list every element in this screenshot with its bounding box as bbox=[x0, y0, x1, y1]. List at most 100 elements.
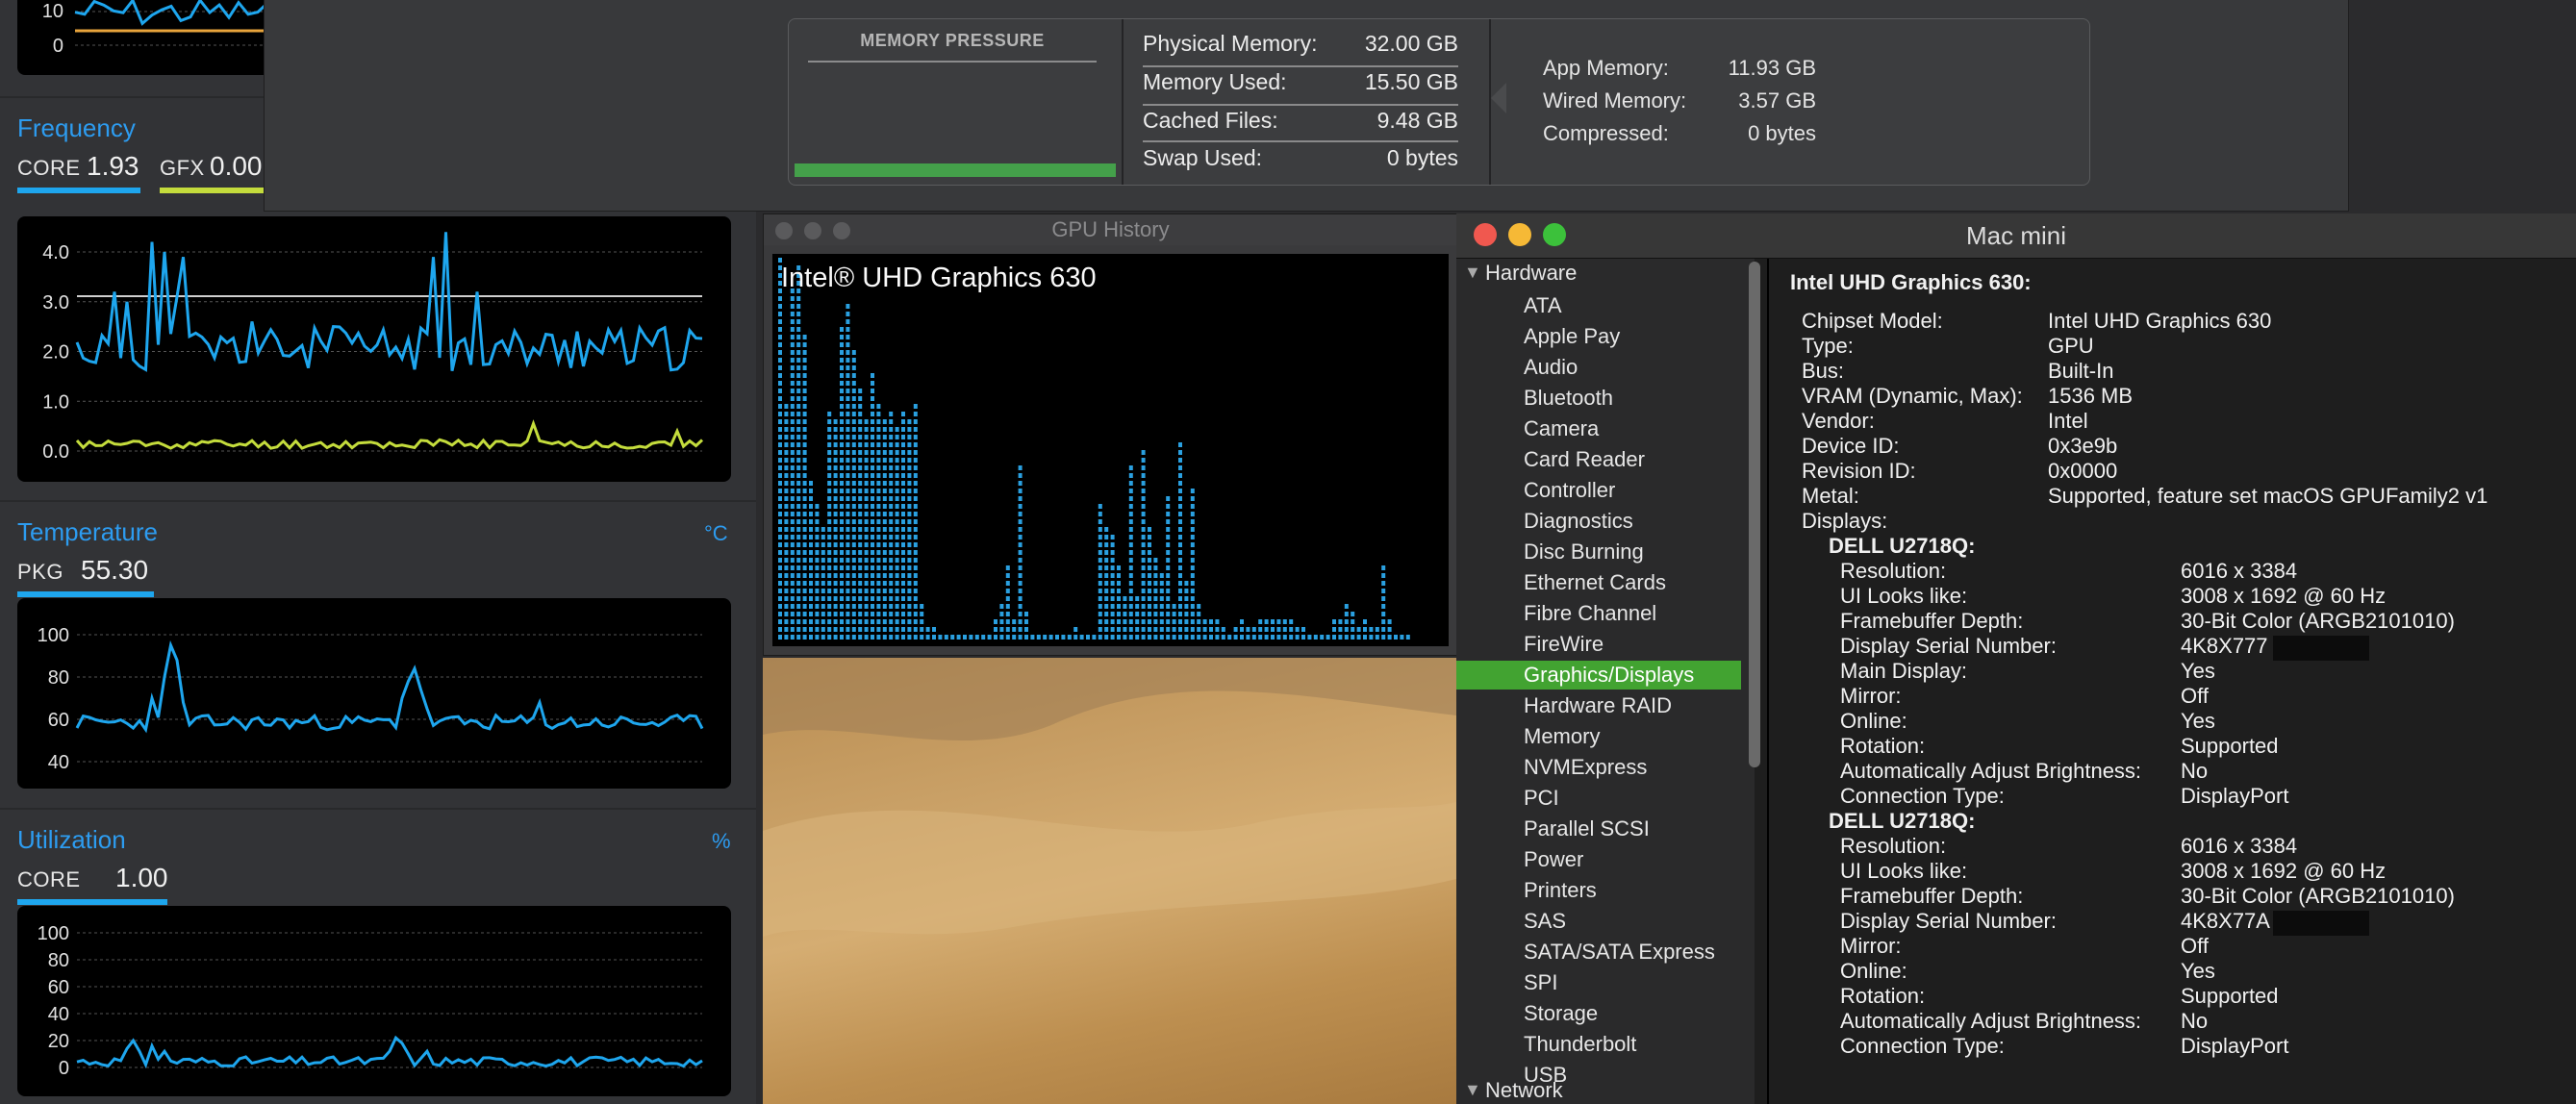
property-value: 6016 x 3384 bbox=[2181, 834, 2298, 858]
gpu-history-window: GPU History Intel® UHD Graphics 630 bbox=[763, 213, 1458, 656]
memory-detail: App Memory: 11.93 GB Wired Memory: 3.57 GB… bbox=[1508, 19, 2085, 185]
frequency-chart: 4.0 3.0 2.0 1.0 0.0 bbox=[17, 216, 731, 482]
gpu-history-bar bbox=[1092, 635, 1097, 640]
sidebar-item-camera[interactable]: Camera bbox=[1456, 414, 1741, 443]
sidebar-item-graphics-displays[interactable]: Graphics/Displays bbox=[1456, 661, 1741, 690]
sidebar-item-parallel-scsi[interactable]: Parallel SCSI bbox=[1456, 815, 1741, 843]
gpu-history-bar bbox=[790, 289, 795, 640]
sidebar-item-label: Hardware RAID bbox=[1524, 693, 1673, 717]
property-key: DELL U2718Q: bbox=[1829, 534, 1976, 558]
disclosure-triangle-icon[interactable]: ▼ bbox=[1464, 1080, 1481, 1100]
sidebar-item-spi[interactable]: SPI bbox=[1456, 968, 1741, 997]
gpu-history-bar bbox=[1030, 635, 1035, 640]
gpu-history-bar bbox=[1141, 450, 1146, 640]
property-value: 3008 x 1692 @ 60 Hz bbox=[2181, 584, 2387, 608]
property-key: Connection Type: bbox=[1840, 1034, 2005, 1058]
property-key: Metal: bbox=[1802, 484, 1859, 508]
y-tick-label: 80 bbox=[48, 950, 69, 971]
sidebar-item-printers[interactable]: Printers bbox=[1456, 876, 1741, 905]
gfx-series bbox=[75, 419, 704, 451]
sidebar-item-fibre-channel[interactable]: Fibre Channel bbox=[1456, 599, 1741, 628]
sidebar-item-memory[interactable]: Memory bbox=[1456, 722, 1741, 751]
sidebar-item-power[interactable]: Power bbox=[1456, 845, 1741, 874]
gpu-history-bar bbox=[1166, 496, 1171, 640]
gpu-history-bar bbox=[1153, 558, 1158, 640]
core-util-label: CORE bbox=[17, 867, 81, 891]
gpu-history-bar bbox=[1104, 527, 1109, 640]
gpu-history-bar bbox=[778, 258, 782, 640]
gpu-history-bar bbox=[1067, 635, 1072, 640]
system-information-titlebar[interactable]: Mac mini bbox=[1456, 213, 2576, 259]
compressed-row: Compressed: 0 bytes bbox=[1543, 121, 1816, 145]
sidebar-group-network[interactable]: Network bbox=[1485, 1078, 1563, 1103]
system-information-window: Mac mini ▼ Hardware ATA Apple Pay Audio Blu… bbox=[1456, 213, 2576, 1104]
property-key: DELL U2718Q: bbox=[1829, 809, 1976, 833]
gpu-history-bar bbox=[840, 327, 844, 640]
sidebar-item-storage[interactable]: Storage bbox=[1456, 999, 1741, 1028]
sidebar-item-card-reader[interactable]: Card Reader bbox=[1456, 445, 1741, 474]
sidebar-item-controller[interactable]: Controller bbox=[1456, 476, 1741, 505]
app-memory-row: App Memory: 11.93 GB bbox=[1543, 56, 1816, 80]
sidebar-group-hardware[interactable]: Hardware bbox=[1485, 261, 1577, 286]
sidebar-item-sas[interactable]: SAS bbox=[1456, 907, 1741, 936]
core-indicator bbox=[17, 188, 140, 193]
gpu-history-bar bbox=[1221, 627, 1225, 640]
property-key: Displays: bbox=[1802, 509, 1888, 533]
sidebar-item-firewire[interactable]: FireWire bbox=[1456, 630, 1741, 659]
property-key: Online: bbox=[1840, 959, 1907, 983]
gpu-history-titlebar[interactable]: GPU History bbox=[764, 214, 1457, 245]
y-tick-label: 0.0 bbox=[42, 441, 69, 463]
sidebar-item-label: Graphics/Displays bbox=[1524, 663, 1695, 687]
sidebar-item-label: Diagnostics bbox=[1524, 509, 1633, 533]
utilization-title: Utilization bbox=[17, 825, 126, 854]
gpu-history-bar bbox=[1018, 465, 1023, 640]
sidebar-item-hardware-raid[interactable]: Hardware RAID bbox=[1456, 691, 1741, 720]
physical-memory-row: Physical Memory: 32.00 GB bbox=[1143, 31, 1458, 56]
gpu-history-bar bbox=[1282, 619, 1287, 640]
temperature-chart: 100 80 60 40 bbox=[17, 598, 731, 789]
sidebar-item-pci[interactable]: PCI bbox=[1456, 784, 1741, 813]
disclosure-triangle-icon[interactable]: ▼ bbox=[1464, 263, 1481, 283]
utilization-chart-svg: 100 80 60 40 20 0 bbox=[38, 923, 703, 1079]
gpu-history-bar bbox=[1233, 627, 1238, 640]
sidebar-item-diagnostics[interactable]: Diagnostics bbox=[1456, 507, 1741, 536]
sidebar-item-disc-burning[interactable]: Disc Burning bbox=[1456, 538, 1741, 566]
sidebar-item-apple-pay[interactable]: Apple Pay bbox=[1456, 322, 1741, 351]
gpu-history-bar bbox=[1012, 619, 1017, 640]
gpu-history-bar bbox=[1123, 596, 1127, 640]
gpu-history-bar bbox=[907, 419, 912, 640]
gpu-history-bar bbox=[895, 427, 899, 640]
activity-monitor-memory-footer: MEMORY PRESSURE Physical Memory: 32.00 GB… bbox=[264, 0, 2349, 212]
gpu-history-bar bbox=[1394, 635, 1398, 640]
gpu-history-bar bbox=[1073, 627, 1078, 640]
temperature-title: Temperature bbox=[17, 517, 158, 546]
sidebar-item-audio[interactable]: Audio bbox=[1456, 353, 1741, 382]
property-value: DisplayPort bbox=[2181, 1034, 2289, 1058]
gpu-history-bar bbox=[963, 635, 967, 640]
sidebar-item-thunderbolt[interactable]: Thunderbolt bbox=[1456, 1030, 1741, 1059]
sidebar-item-sata-sata-express[interactable]: SATA/SATA Express bbox=[1456, 938, 1741, 966]
gpu-history-bar bbox=[1251, 627, 1256, 640]
property-key: Automatically Adjust Brightness: bbox=[1840, 1009, 2142, 1033]
sidebar-item-nvmexpress[interactable]: NVMExpress bbox=[1456, 753, 1741, 782]
property-key: Rotation: bbox=[1840, 734, 1926, 758]
property-value: Intel bbox=[2048, 409, 2088, 433]
property-value: 4K8X777 bbox=[2181, 634, 2268, 658]
sidebar-item-bluetooth[interactable]: Bluetooth bbox=[1456, 384, 1741, 413]
y-tick-label: 40 bbox=[48, 752, 69, 773]
gpu-history-bar bbox=[882, 419, 887, 640]
gpu-history-bar bbox=[1246, 627, 1250, 640]
property-value: GPU bbox=[2048, 334, 2094, 358]
sidebar-item-ethernet-cards[interactable]: Ethernet Cards bbox=[1456, 568, 1741, 597]
gpu-history-bar bbox=[871, 373, 874, 640]
gpu-history-bar bbox=[1320, 635, 1325, 640]
y-tick-label: 80 bbox=[48, 667, 69, 689]
y-tick-label: 2.0 bbox=[42, 342, 69, 364]
sidebar-scrollbar[interactable] bbox=[1749, 262, 1760, 767]
sidebar-item-label: Bluetooth bbox=[1524, 386, 1613, 410]
memory-pressure-title: MEMORY PRESSURE bbox=[808, 31, 1097, 63]
sidebar-item-ata[interactable]: ATA bbox=[1456, 291, 1741, 320]
sidebar-item-label: Storage bbox=[1524, 1001, 1599, 1025]
gpu-history-bar bbox=[821, 527, 825, 640]
redaction-mask bbox=[2273, 636, 2369, 661]
